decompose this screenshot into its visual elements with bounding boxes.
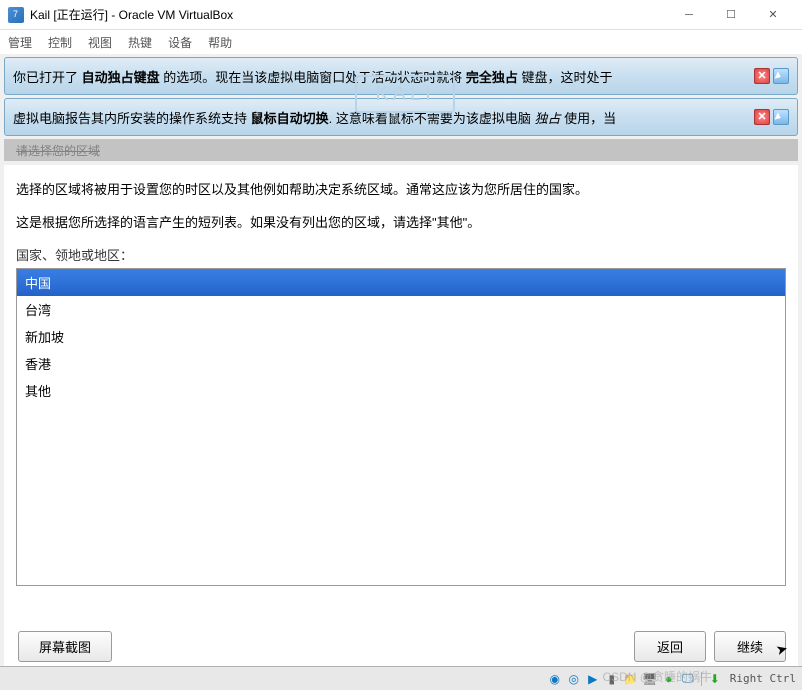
notification-expand-icon[interactable] <box>773 68 789 84</box>
optical-disk-icon[interactable]: ◎ <box>566 671 582 687</box>
notif1-bold2: 完全独占 <box>466 70 518 85</box>
notification-keyboard-capture: 你已打开了 自动独占键盘 的选项。现在当该虚拟电脑窗口处于活动状态时就将 完全独… <box>4 57 798 95</box>
notif2-text-end: 使用，当 <box>561 111 617 126</box>
menu-view[interactable]: 视图 <box>88 34 112 51</box>
window-title: Kail [正在运行] - Oracle VM VirtualBox <box>30 6 668 23</box>
region-item[interactable]: 中国 <box>17 269 785 296</box>
notif2-text-pre: 虚拟电脑报告其内所安装的操作系统支持 <box>13 111 251 126</box>
description-line-1: 选择的区域将被用于设置您的时区以及其他例如帮助决定系统区域。通常这应该为您所居住… <box>16 179 786 198</box>
region-item[interactable]: 香港 <box>17 350 785 377</box>
app-icon <box>8 7 24 23</box>
notif2-text-mid: . 这意味着鼠标不需要为该虚拟电脑 <box>329 111 535 126</box>
keyboard-indicator-icon[interactable]: ⬇ <box>707 671 723 687</box>
shared-folders-icon[interactable]: 📁 <box>623 671 639 687</box>
notification-close-icon[interactable]: ✕ <box>754 109 770 125</box>
display-icon[interactable]: 🖵 <box>680 671 696 687</box>
statusbar: ◉ ◎ ▶ ▮ 📁 🖥 ● 🖵 ⬇ Right Ctrl <box>0 666 802 690</box>
menu-control[interactable]: 控制 <box>48 34 72 51</box>
notif1-text-mid: 的选项。现在当该虚拟电脑窗口处于活动状态时就将 <box>160 70 466 85</box>
close-button[interactable]: ✕ <box>752 2 794 28</box>
menu-manage[interactable]: 管理 <box>8 34 32 51</box>
back-button[interactable]: 返回 <box>634 631 706 662</box>
recording-icon[interactable]: ● <box>661 671 677 687</box>
region-item[interactable]: 台湾 <box>17 296 785 323</box>
notif1-text-pre: 你已打开了 <box>13 70 82 85</box>
usb-icon[interactable]: ▮ <box>604 671 620 687</box>
description-line-2: 这是根据您所选择的语言产生的短列表。如果没有列出您的区域，请选择"其他"。 <box>16 212 786 231</box>
region-item[interactable]: 新加坡 <box>17 323 785 350</box>
notification-mouse-integration: 虚拟电脑报告其内所安装的操作系统支持 鼠标自动切换. 这意味着鼠标不需要为该虚拟… <box>4 98 798 136</box>
maximize-button[interactable]: ☐ <box>710 2 752 28</box>
notif2-italic: 独占 <box>534 111 560 126</box>
installer-content: 选择的区域将被用于设置您的时区以及其他例如帮助决定系统区域。通常这应该为您所居住… <box>4 165 798 621</box>
notif2-bold: 鼠标自动切换 <box>251 111 329 126</box>
screenshot-button[interactable]: 屏幕截图 <box>18 631 112 662</box>
menubar: 管理 控制 视图 热键 设备 帮助 <box>0 30 802 54</box>
menu-devices[interactable]: 设备 <box>168 34 192 51</box>
button-bar: 屏幕截图 返回 继续 <box>4 621 798 672</box>
notif1-bold1: 自动独占键盘 <box>82 70 160 85</box>
status-separator <box>701 672 702 686</box>
audio-icon[interactable]: 🖥 <box>642 671 658 687</box>
notif1-text-end: 键盘，这时处于 <box>518 70 613 85</box>
network-icon[interactable]: ▶ <box>585 671 601 687</box>
menu-hotkeys[interactable]: 热键 <box>128 34 152 51</box>
window-titlebar: Kail [正在运行] - Oracle VM VirtualBox ─ ☐ ✕ <box>0 0 802 30</box>
region-item[interactable]: 其他 <box>17 377 785 404</box>
host-key-label: Right Ctrl <box>730 672 796 685</box>
gray-strip-header: 请选择您的区域 <box>4 139 798 161</box>
notification-expand-icon[interactable] <box>773 109 789 125</box>
region-list-label: 国家、领地或地区： <box>16 245 786 264</box>
notification-close-icon[interactable]: ✕ <box>754 68 770 84</box>
minimize-button[interactable]: ─ <box>668 2 710 28</box>
hard-disk-icon[interactable]: ◉ <box>547 671 563 687</box>
menu-help[interactable]: 帮助 <box>208 34 232 51</box>
region-listbox[interactable]: 中国台湾新加坡香港其他 <box>16 268 786 586</box>
